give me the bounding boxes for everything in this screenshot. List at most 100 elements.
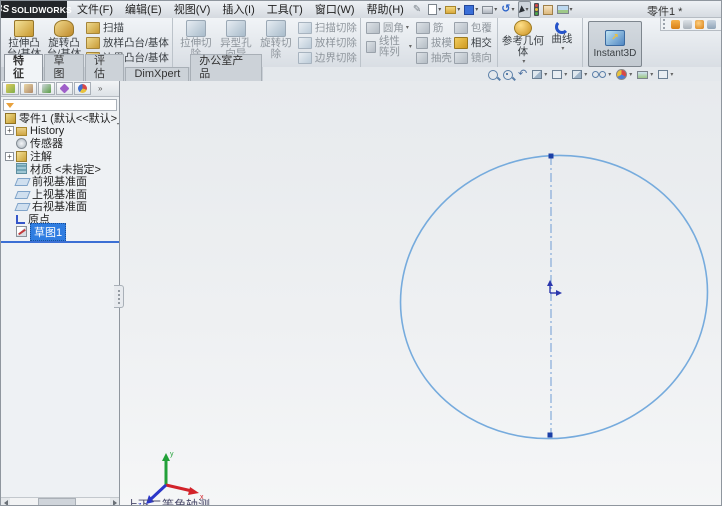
boundary-cut-button[interactable]: 边界切除 — [297, 50, 357, 65]
panel-horizontal-scrollbar[interactable] — [1, 497, 119, 505]
menu-bar: 文件(F) 编辑(E) 视图(V) 插入(I) 工具(T) 窗口(W) 帮助(H… — [71, 2, 424, 18]
fillet-button[interactable]: 圆角 ▾ — [365, 20, 414, 35]
toolbar-grip[interactable] — [663, 19, 668, 29]
swept-boss-button[interactable]: 扫描 — [86, 20, 169, 35]
part-icon — [5, 112, 16, 124]
section-view-button[interactable]: ▾ — [532, 70, 547, 79]
print-button[interactable]: ▾ — [481, 2, 498, 17]
configurationmanager-tab[interactable] — [38, 82, 55, 95]
swept-boss-icon — [86, 21, 100, 34]
menu-insert[interactable]: 插入(I) — [216, 2, 260, 18]
mirror-icon — [453, 51, 468, 64]
zoom-area-button[interactable] — [503, 69, 513, 80]
expand-icon[interactable] — [5, 151, 14, 161]
scroll-track[interactable] — [10, 498, 110, 505]
sketch-endpoint-bottom[interactable] — [547, 432, 553, 438]
panel-tab-strip — [1, 81, 119, 97]
tab-features[interactable]: 特征 — [4, 54, 44, 81]
previous-view-icon: ↶ — [518, 68, 528, 80]
rebuild-icon — [533, 3, 539, 16]
tab-evaluate[interactable]: 评估 — [84, 54, 125, 81]
menu-view[interactable]: 视图(V) — [168, 2, 217, 18]
appearance-icon[interactable] — [671, 19, 680, 29]
menu-help[interactable]: 帮助(H) — [361, 2, 410, 18]
linear-pattern-button[interactable]: 线性阵列 ▾ — [365, 35, 412, 59]
feature-tree: 零件1 (默认<<默认>_显示状态1>) History 传感器 注解 材质 < — [1, 112, 119, 243]
plane-icon — [14, 190, 31, 199]
featuremanager-tree-tab[interactable] — [2, 82, 19, 95]
tree-item-sensors[interactable]: 传感器 — [1, 137, 119, 150]
file-properties-icon — [542, 4, 553, 15]
apply-scene-icon — [637, 70, 649, 79]
file-properties-button[interactable] — [542, 2, 554, 17]
pencil-icon[interactable]: ✎ — [413, 4, 421, 15]
open-button[interactable]: ▾ — [444, 2, 461, 17]
decal-icon[interactable] — [695, 19, 704, 29]
tab-dimxpert[interactable]: DimXpert — [125, 67, 190, 81]
panel-overflow-chevron[interactable] — [98, 84, 102, 93]
edit-appearance-button[interactable]: ▾ — [616, 69, 632, 80]
menu-window[interactable]: 窗口(W) — [309, 2, 361, 18]
tab-office-products[interactable]: 办公室产品 — [190, 54, 262, 81]
display-manager-icon — [78, 84, 87, 93]
mirror-button[interactable]: 镜向 — [453, 50, 494, 65]
tree-item-right-plane[interactable]: 右视基准面 — [1, 200, 119, 213]
select-button[interactable]: ▾ — [517, 1, 531, 18]
display-style-button[interactable]: ▾ — [572, 70, 587, 79]
view-orientation-button[interactable]: ▾ — [552, 70, 567, 79]
rollback-bar[interactable] — [1, 240, 119, 243]
undo-button[interactable]: ↺ ▾ — [500, 2, 515, 17]
scene-icon[interactable] — [683, 19, 692, 29]
save-button[interactable]: ▾ — [463, 2, 479, 17]
intersect-button[interactable]: 相交 — [453, 35, 494, 50]
lofted-boss-button[interactable]: 放样凸台/基体 — [86, 35, 169, 50]
tree-item-sketch1[interactable]: 草图1 — [1, 222, 119, 241]
reference-geometry-button[interactable]: 参考几何体 ▾ — [501, 20, 545, 65]
sketch-ellipse[interactable] — [374, 127, 722, 467]
material-icon — [16, 163, 27, 175]
lofted-cut-button[interactable]: 放样切除 — [297, 35, 357, 50]
tree-root-part[interactable]: 零件1 (默认<<默认>_显示状态1>) — [1, 112, 119, 125]
apply-scene-button[interactable]: ▾ — [637, 70, 653, 79]
rib-button[interactable]: 筋 — [415, 20, 452, 35]
instant3d-toggle[interactable]: ↗ Instant3D — [587, 21, 642, 67]
menu-edit[interactable]: 编辑(E) — [119, 2, 168, 18]
new-document-button[interactable]: ▾ — [427, 2, 442, 17]
reference-geometry-icon — [513, 20, 532, 36]
image-options-button[interactable]: ▾ — [556, 2, 574, 17]
dimxpertmanager-tab[interactable] — [56, 82, 73, 95]
displaymanager-tab[interactable] — [74, 82, 91, 95]
edit-appearance-icon — [616, 69, 628, 80]
panel-splitter-handle[interactable] — [114, 285, 124, 308]
hide-show-items-button[interactable]: ▾ — [592, 71, 611, 78]
partial-icon[interactable] — [707, 19, 716, 29]
sketch-origin-glyph[interactable] — [547, 280, 562, 296]
scroll-thumb[interactable] — [38, 498, 76, 505]
menu-file[interactable]: 文件(F) — [71, 2, 119, 18]
graphics-viewport[interactable]: y x z 上下二等角轴测 — [120, 81, 722, 505]
save-icon — [464, 4, 475, 15]
expand-icon[interactable] — [5, 126, 14, 136]
scroll-left-arrow[interactable] — [1, 498, 10, 505]
previous-view-button[interactable]: ↶ — [518, 69, 527, 80]
view-orientation-icon — [552, 70, 563, 79]
swept-cut-button[interactable]: 扫描切除 — [297, 20, 357, 35]
draft-button[interactable]: 拔模 — [415, 35, 452, 50]
zoom-fit-button[interactable] — [488, 69, 498, 80]
revolved-cut-icon — [265, 20, 286, 37]
shell-button[interactable]: 抽壳 — [415, 50, 452, 65]
draft-icon — [415, 36, 428, 49]
rebuild-button[interactable] — [533, 2, 540, 17]
feature-manager-panel: 零件1 (默认<<默认>_显示状态1>) History 传感器 注解 材质 < — [1, 81, 120, 505]
curves-button[interactable]: 曲线 ▾ — [545, 20, 579, 52]
wrap-button[interactable]: 包覆 — [453, 20, 494, 35]
tree-filter-input[interactable] — [14, 100, 114, 110]
view-settings-button[interactable]: ▾ — [658, 70, 673, 79]
reference-geometry-group: 参考几何体 ▾ 曲线 ▾ — [498, 18, 583, 67]
tab-sketch[interactable]: 草图 — [44, 54, 84, 81]
sketch-endpoint-top[interactable] — [548, 153, 554, 159]
propertymanager-tab[interactable] — [20, 82, 37, 95]
rib-draft-shell-column: 筋 拔模 抽壳 — [415, 20, 452, 65]
scroll-right-arrow[interactable] — [110, 498, 119, 505]
menu-tools[interactable]: 工具(T) — [261, 2, 309, 18]
